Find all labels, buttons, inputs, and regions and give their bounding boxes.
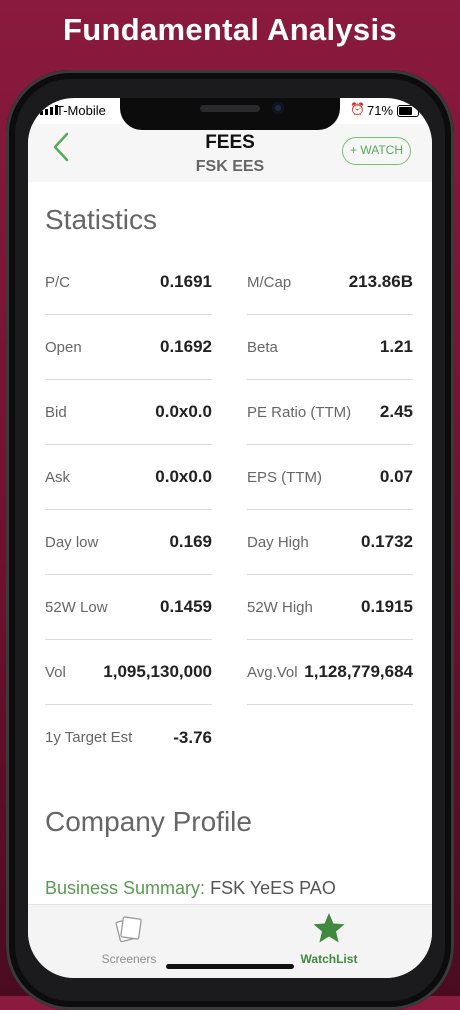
stat-value: 1.21 [379,337,413,356]
stat-row: Day low 0.169 [45,510,212,575]
promo-title: Fundamental Analysis [63,12,397,47]
stat-label: EPS (TTM) [247,468,322,486]
speaker-grille [200,105,260,112]
carrier-name: T-Mobile [56,103,106,118]
stat-label: P/C [45,273,71,291]
battery-icon [397,105,419,117]
stat-row: M/Cap 213.86B [247,250,413,315]
star-icon [313,913,345,943]
stat-label: Beta [247,338,278,356]
statistics-heading: Statistics [45,204,158,235]
stat-row: Beta 1.21 [247,315,413,380]
stat-row: Avg.Vol 1,128,779,684 [247,640,413,705]
screeners-cards-icon [115,916,142,943]
stat-label: 52W High [247,598,313,616]
stat-row: 52W Low 0.1459 [45,575,212,640]
stat-label: 52W Low [45,598,108,616]
stat-label: Avg.Vol [247,663,298,681]
stat-row: PE Ratio (TTM) 2.45 [247,380,413,445]
front-camera [272,102,284,114]
stat-value: -3.76 [173,727,212,747]
stat-label: M/Cap [247,273,292,291]
stat-row: EPS (TTM) 0.07 [247,445,413,510]
stat-value: 213.86B [348,272,413,291]
stat-value: 0.169 [169,532,212,551]
stat-label: Vol [45,663,66,681]
watch-button[interactable]: + WATCH [342,137,411,165]
stat-row: Day High 0.1732 [247,510,413,575]
stat-label: 1y Target Est [45,729,133,746]
phone-notch [120,98,340,130]
tab-watchlist[interactable]: WatchList [264,911,394,966]
stat-row: Ask 0.0x0.0 [45,445,212,510]
stat-value: 0.0x0.0 [155,467,212,486]
stat-label: Day High [247,533,309,551]
stat-label: Ask [45,468,71,486]
stat-value: 0.1732 [361,532,413,551]
stat-label: PE Ratio (TTM) [247,403,352,421]
stat-value: 2.45 [379,402,413,421]
stat-row: P/C 0.1691 [45,250,212,315]
stat-label: Day low [45,533,99,551]
company-profile-heading: Company Profile [45,806,252,837]
stat-value: 0.1692 [160,337,212,356]
battery-percent: 71% [367,103,394,118]
app-screen: T-Mobile ⏰ 71% FEES FSK EES + WATCH Stat… [28,98,432,978]
home-indicator [166,964,294,969]
stat-row: Open 0.1692 [45,315,212,380]
scroll-content[interactable]: Statistics P/C 0.1691 Open 0.1692 Bid 0.… [28,182,432,904]
stat-label: Open [45,338,82,356]
stat-value: 0.07 [379,467,413,486]
business-summary: Business Summary: FSK YeES PAO [45,878,336,899]
stat-value: 1,095,130,000 [103,662,212,681]
stat-value: 0.1459 [160,597,212,616]
tab-screeners[interactable]: Screeners [64,911,194,966]
stat-label: Bid [45,403,67,421]
stat-value: 1,128,779,684 [304,662,413,681]
business-summary-label: Business Summary: [45,878,206,898]
business-summary-value: FSK YeES PAO [210,878,336,898]
alarm-clock-icon: ⏰ [350,102,365,116]
stat-value: 0.1691 [160,272,212,291]
stat-row: Bid 0.0x0.0 [45,380,212,445]
navigation-bar: FEES FSK EES + WATCH [28,124,432,182]
stat-value: 0.1915 [361,597,413,616]
stat-row: Vol 1,095,130,000 [45,640,212,705]
stat-row: 1y Target Est -3.76 [45,705,212,770]
stat-row: 52W High 0.1915 [247,575,413,640]
stat-value: 0.0x0.0 [155,402,212,421]
